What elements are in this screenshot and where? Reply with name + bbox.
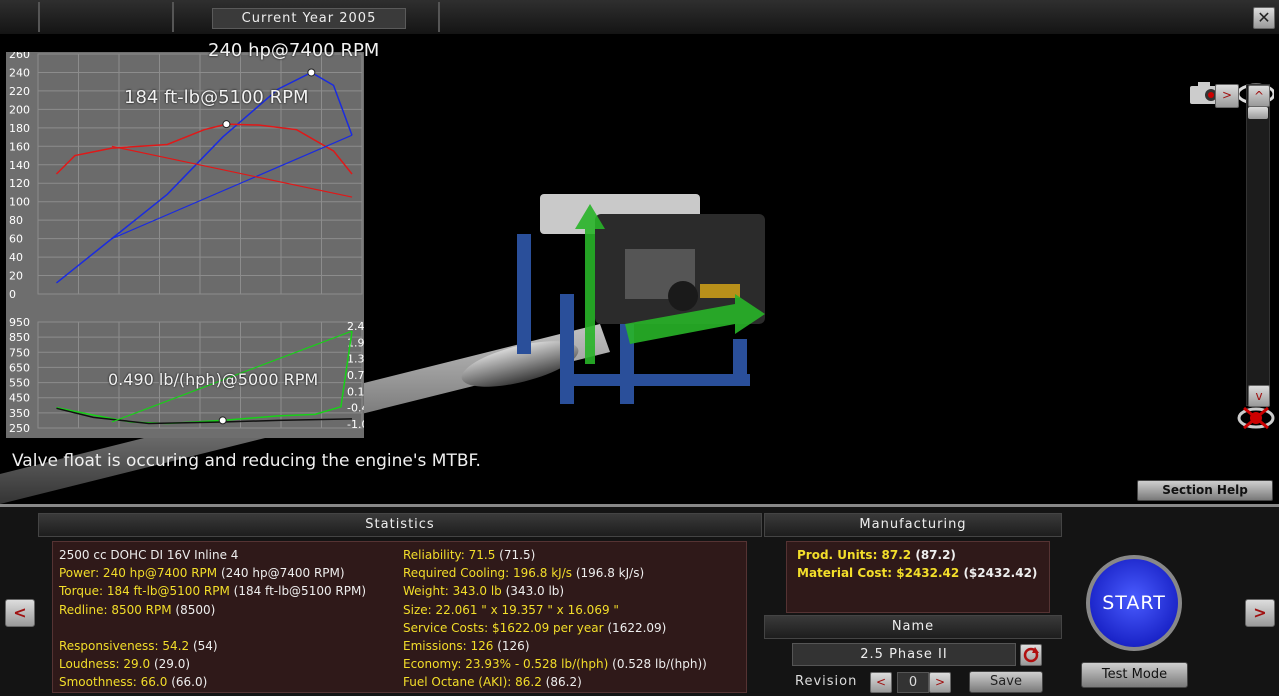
y-tick-label: 0 <box>9 288 16 301</box>
stat-row: Fuel Octane (AKI): 86.2 (86.2) <box>403 675 582 690</box>
hide-view-icon[interactable] <box>1236 404 1276 432</box>
scroll-up-button[interactable]: ^ <box>1248 85 1270 107</box>
bottom-panel: Statistics Manufacturing Name < > 2500 c… <box>0 504 1279 696</box>
statistics-box: 2500 cc DOHC DI 16V Inline 4 Power: 240 … <box>52 541 747 693</box>
stat-row: Loudness: 29.0 (29.0) <box>59 657 191 672</box>
revision-value: 0 <box>897 672 929 693</box>
y-tick-label: 80 <box>9 214 23 227</box>
revision-label: Revision <box>795 674 858 689</box>
x-tick-label: 6000 <box>246 436 274 438</box>
y-tick-label: 450 <box>9 392 30 405</box>
prod-units-row: Prod. Units: 87.2 (87.2) <box>797 548 956 562</box>
stat-row <box>59 619 366 637</box>
stat-row: Redline: 8500 RPM (8500) <box>59 602 216 617</box>
revision-prev-button[interactable]: < <box>870 672 892 693</box>
stat-row: 2500 cc DOHC DI 16V Inline 4 <box>59 548 239 562</box>
divider <box>38 2 40 32</box>
engine-viewport[interactable]: 260 240 220 200 180 160 140 120 100 80 60 40 20 0 950 8… <box>0 34 1279 504</box>
y-tick-label: 750 <box>9 346 30 359</box>
stat-row: Smoothness: 66.0 (66.0) <box>59 675 208 690</box>
close-button[interactable]: ✕ <box>1253 7 1275 29</box>
y-tick-label: 60 <box>9 233 23 246</box>
y2-tick-label: 0.1 <box>347 385 364 398</box>
nav-right-button[interactable]: > <box>1245 599 1275 627</box>
stat-row: Service Costs: $1622.09 per year (1622.0… <box>403 620 667 635</box>
economy-peak-marker <box>218 416 227 425</box>
y-tick-label: 120 <box>9 177 30 190</box>
y-tick-label: 100 <box>9 196 30 209</box>
y-tick-label: 550 <box>9 377 30 390</box>
y-tick-label: 20 <box>9 270 23 283</box>
x-tick-label: 4000 <box>172 436 200 438</box>
divider <box>438 2 440 32</box>
engine-render <box>517 194 765 404</box>
material-cost-row: Material Cost: $2432.42 ($2432.42) <box>797 566 1038 580</box>
torque-peak-marker <box>222 120 231 129</box>
y2-tick-label: 0.7 <box>347 369 364 382</box>
power-peak-label: 240 hp@7400 RPM <box>208 40 380 61</box>
x-tick-label: 2000 <box>98 436 126 438</box>
y-tick-label: 160 <box>9 140 30 153</box>
y2-tick-label: 1.3 <box>347 353 364 366</box>
y-tick-label: 220 <box>9 85 30 98</box>
stat-row: Weight: 343.0 lb (343.0 lb) <box>403 584 565 599</box>
stat-row: Power: 240 hp@7400 RPM (240 hp@7400 RPM) <box>59 566 345 581</box>
stat-row: Torque: 184 ft-lb@5100 RPM (184 ft-lb@51… <box>59 584 367 599</box>
scroll-thumb[interactable] <box>1248 107 1268 119</box>
section-help-button[interactable]: Section Help <box>1137 480 1273 501</box>
y2-tick-label: -0.4 <box>347 402 364 415</box>
save-button[interactable]: Save <box>969 671 1043 693</box>
current-year-label: Current Year 2005 <box>212 8 406 29</box>
power-peak-marker <box>307 68 316 77</box>
y-tick-label: 950 <box>9 316 30 329</box>
stat-row: Responsiveness: 54.2 (54) <box>59 639 218 654</box>
stats-left-column: 2500 cc DOHC DI 16V Inline 4 Power: 240 … <box>59 546 366 692</box>
y-tick-label: 850 <box>9 331 30 344</box>
stat-row: Economy: 23.93% - 0.528 lb/(hph) (0.528 … <box>403 657 707 672</box>
divider <box>172 2 174 32</box>
view-scrollbar[interactable]: ^ v <box>1246 84 1270 407</box>
manufacturing-box: Prod. Units: 87.2 (87.2) Material Cost: … <box>786 541 1050 613</box>
y-tick-label: 40 <box>9 251 23 264</box>
manufacturing-header: Manufacturing <box>764 513 1062 537</box>
statistics-header: Statistics <box>38 513 762 537</box>
test-mode-button[interactable]: Test Mode <box>1081 662 1188 688</box>
x-tick-label: 0 <box>35 436 42 438</box>
stat-row: Reliability: 71.5 (71.5) <box>403 548 536 562</box>
name-header: Name <box>764 615 1062 639</box>
revision-next-button[interactable]: > <box>929 672 951 693</box>
stat-row: Size: 22.061 " x 19.357 " x 16.069 " <box>403 602 619 617</box>
stats-right-column: Reliability: 71.5 (71.5) Required Coolin… <box>403 546 707 692</box>
y2-tick-label: -1.0 <box>347 418 364 431</box>
refresh-icon[interactable] <box>1020 644 1042 666</box>
torque-peak-label: 184 ft-lb@5100 RPM <box>124 87 309 108</box>
stat-row: Emissions: 126 (126) <box>403 639 530 654</box>
y-tick-label: 240 <box>9 66 30 79</box>
y2-tick-label: 2.4 <box>347 320 364 333</box>
x-tick-label: 8000 <box>320 436 348 438</box>
top-bar: Current Year 2005 ✕ <box>0 0 1279 35</box>
y-tick-label: 140 <box>9 159 30 172</box>
y-tick-label: 650 <box>9 361 30 374</box>
engine-model[interactable] <box>505 174 785 414</box>
start-button[interactable]: START <box>1086 555 1182 651</box>
nav-left-button[interactable]: < <box>5 599 35 627</box>
valve-float-warning: Valve float is occuring and reducing the… <box>12 451 481 471</box>
engine-name-input[interactable]: 2.5 Phase II <box>792 643 1016 666</box>
y-tick-label: 200 <box>9 103 30 116</box>
y-tick-label: 350 <box>9 407 30 420</box>
economy-peak-label: 0.490 lb/(hph)@5000 RPM <box>108 370 319 389</box>
y-tick-label: 180 <box>9 122 30 135</box>
stat-row: Required Cooling: 196.8 kJ/s (196.8 kJ/s… <box>403 566 645 581</box>
expand-panel-button[interactable]: > <box>1215 84 1239 108</box>
y-tick-label: 260 <box>9 52 30 61</box>
y-tick-label: 250 <box>9 422 30 435</box>
